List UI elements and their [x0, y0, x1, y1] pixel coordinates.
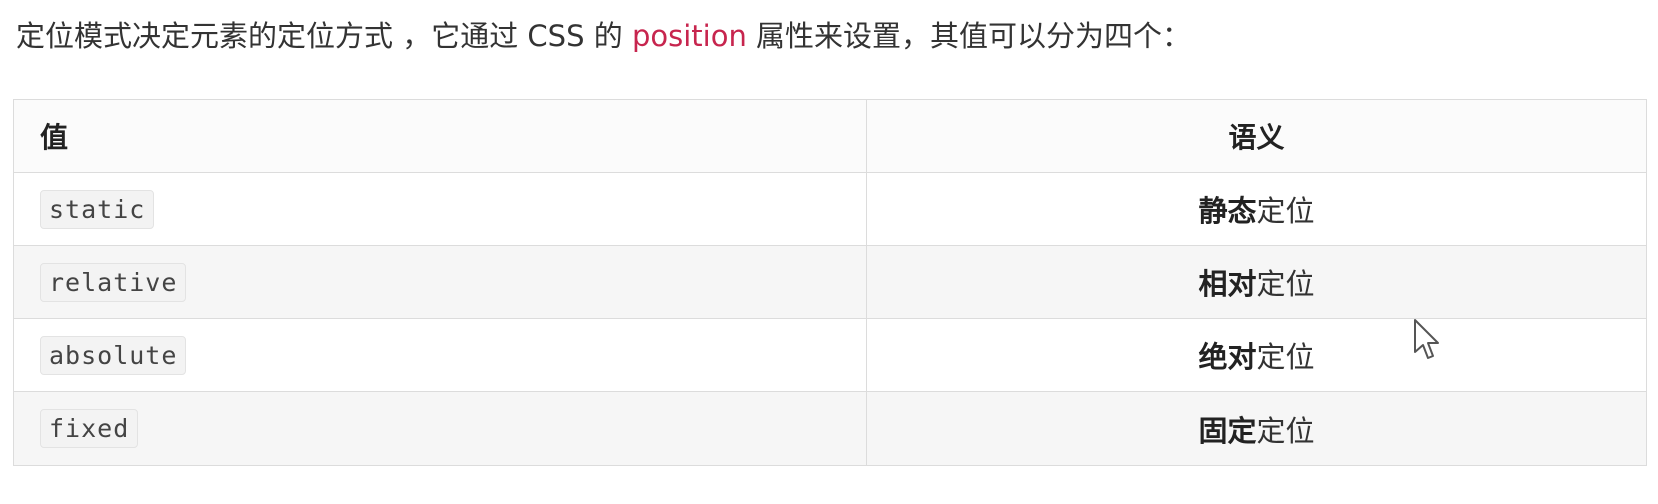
value-code: absolute [40, 335, 187, 375]
meaning-text: 相对定位 [1198, 261, 1314, 303]
meaning-cell: 固定定位 [867, 392, 1646, 465]
meaning-bold: 相对 [1198, 267, 1257, 301]
value-cell: absolute [14, 319, 867, 391]
header-cell-meaning: 语义 [867, 100, 1646, 172]
table-row: absolute 绝对定位 [14, 319, 1646, 392]
value-cell: static [14, 173, 867, 245]
position-values-table: 值 语义 static 静态定位 relative 相对定位 absolute … [13, 99, 1647, 466]
value-cell: relative [14, 246, 867, 318]
meaning-text: 绝对定位 [1198, 334, 1314, 376]
meaning-rest: 定位 [1256, 194, 1315, 228]
mouse-pointer-icon [1414, 319, 1439, 359]
value-code: static [40, 189, 155, 229]
meaning-cell: 相对定位 [867, 246, 1646, 318]
header-meaning-label: 语义 [1228, 121, 1285, 154]
table-row: static 静态定位 [14, 173, 1646, 246]
meaning-rest: 定位 [1256, 267, 1315, 301]
table-row: relative 相对定位 [14, 246, 1646, 319]
value-code: fixed [40, 409, 139, 448]
meaning-cell: 静态定位 [867, 173, 1646, 245]
table-row: fixed 固定定位 [14, 392, 1646, 465]
intro-text-before: 定位模式决定元素的定位方式 ，它通过 CSS 的 [16, 19, 632, 53]
intro-text-after: 属性来设置，其值可以分为四个： [746, 19, 1192, 53]
header-value-label: 值 [40, 121, 69, 154]
meaning-cell: 绝对定位 [867, 319, 1646, 391]
meaning-rest: 定位 [1256, 340, 1315, 374]
meaning-text: 固定定位 [1198, 408, 1314, 450]
meaning-bold: 固定 [1198, 413, 1257, 448]
intro-paragraph: 定位模式决定元素的定位方式 ，它通过 CSS 的 position 属性来设置，… [16, 14, 1191, 58]
meaning-bold: 静态 [1198, 194, 1257, 228]
header-cell-value: 值 [14, 100, 867, 172]
meaning-text: 静态定位 [1198, 188, 1314, 230]
position-keyword: position [631, 19, 747, 53]
table-header-row: 值 语义 [14, 100, 1646, 173]
meaning-rest: 定位 [1256, 413, 1315, 448]
value-code: relative [40, 262, 187, 302]
meaning-bold: 绝对 [1198, 340, 1257, 374]
value-cell: fixed [14, 392, 867, 465]
